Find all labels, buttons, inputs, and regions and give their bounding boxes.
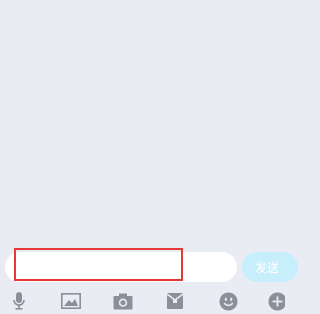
message-input-bar: 发送 [0, 246, 298, 288]
emoji-icon [219, 292, 237, 310]
message-input[interactable] [5, 252, 237, 282]
red-packet-button[interactable] [165, 291, 185, 311]
input-toolbar [0, 288, 285, 314]
plus-icon [268, 292, 285, 310]
red-packet-icon [166, 293, 184, 309]
more-button[interactable] [268, 291, 285, 311]
image-icon [61, 293, 81, 309]
emoji-button[interactable] [218, 291, 238, 311]
photo-button[interactable] [61, 291, 81, 311]
camera-button[interactable] [113, 291, 133, 311]
microphone-icon [13, 292, 25, 310]
voice-button[interactable] [9, 291, 29, 311]
camera-icon [113, 293, 133, 309]
chat-message-area [0, 0, 285, 246]
send-button[interactable]: 发送 [242, 252, 298, 282]
